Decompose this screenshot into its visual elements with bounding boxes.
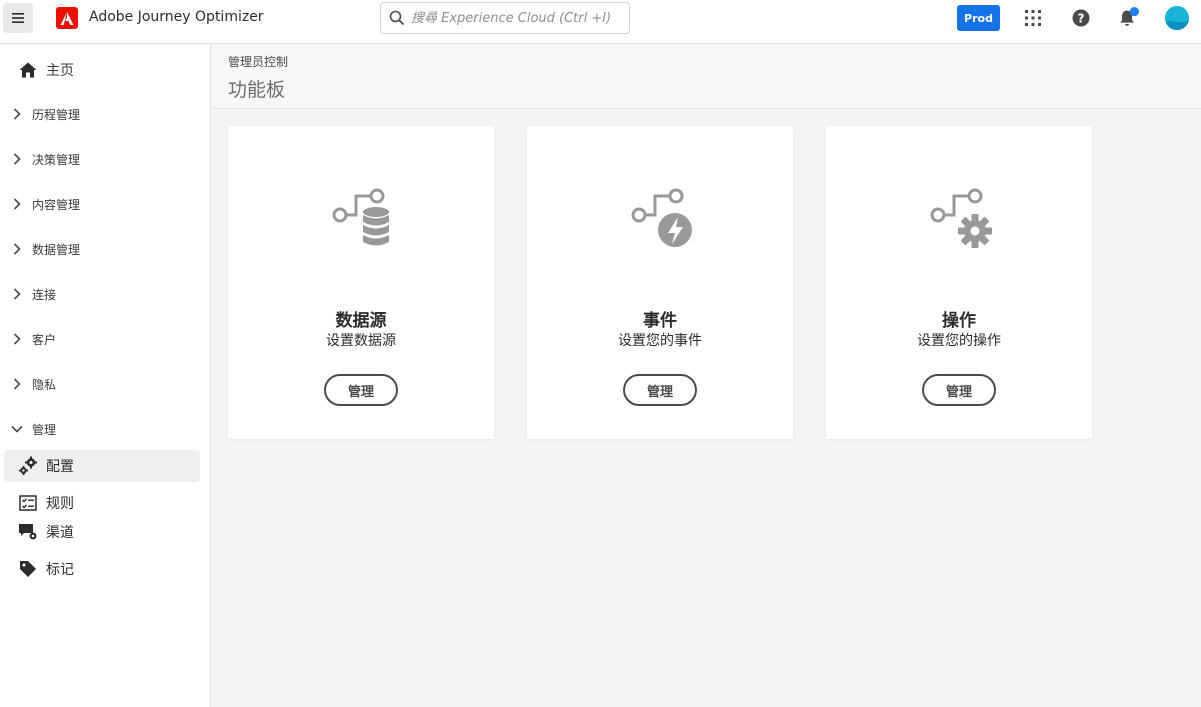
card-events: 事件 设置您的事件 管理 xyxy=(527,126,793,439)
manage-button[interactable]: 管理 xyxy=(623,374,697,406)
card-title: 数据源 xyxy=(335,311,387,331)
search-input[interactable] xyxy=(411,10,611,26)
sidebar-section-connections[interactable]: 连接 xyxy=(0,279,211,309)
sidebar-section-journey[interactable]: 历程管理 xyxy=(0,99,211,129)
search-box[interactable] xyxy=(380,2,630,34)
manage-button[interactable]: 管理 xyxy=(324,374,398,406)
sidebar-item-tags[interactable]: 标记 xyxy=(0,554,211,584)
sidebar-section-data[interactable]: 数据管理 xyxy=(0,234,211,264)
sidebar-section-content[interactable]: 内容管理 xyxy=(0,189,211,219)
card-description: 设置您的操作 xyxy=(917,333,1001,349)
sidebar-item-label: 配置 xyxy=(46,459,74,475)
sidebar-item-label: 规则 xyxy=(46,496,74,512)
sidebar-section-label: 连接 xyxy=(32,287,57,302)
avatar-icon xyxy=(1165,6,1189,30)
search-icon xyxy=(389,10,405,26)
sidebar-section-label: 隐私 xyxy=(32,377,57,392)
hamburger-menu-button[interactable] xyxy=(3,3,33,33)
sidebar-item-configuration[interactable]: 配置 xyxy=(0,450,211,482)
app-title[interactable]: Adobe Journey Optimizer xyxy=(89,9,264,25)
page-title: 功能板 xyxy=(228,79,286,101)
tag-icon xyxy=(18,559,38,579)
sidebar-section-label: 决策管理 xyxy=(32,152,81,167)
hamburger-icon xyxy=(12,13,24,23)
chevron-right-icon xyxy=(10,107,24,121)
card-actions: 操作 设置您的操作 管理 xyxy=(826,126,1092,439)
page-header: 管理员控制 功能板 xyxy=(212,45,1201,109)
bell-icon xyxy=(1120,7,1139,26)
chevron-right-icon xyxy=(10,287,24,301)
home-icon xyxy=(18,60,38,80)
sidebar-item-label: 标记 xyxy=(46,562,74,578)
environment-button[interactable]: Prod xyxy=(957,5,1000,31)
notifications-button[interactable] xyxy=(1117,7,1139,29)
gears-icon xyxy=(18,456,38,476)
sidebar-section-customers[interactable]: 客户 xyxy=(0,324,211,354)
app-grid-icon xyxy=(1025,10,1041,26)
datasource-icon xyxy=(332,188,389,246)
card-description: 设置数据源 xyxy=(326,333,396,349)
sidebar-item-rules[interactable]: 规则 xyxy=(0,488,211,518)
sidebar-section-administration[interactable]: 管理 xyxy=(0,414,211,444)
apps-button[interactable] xyxy=(1022,7,1044,29)
sidebar-item-label: 渠道 xyxy=(46,525,74,541)
sidebar-section-label: 历程管理 xyxy=(32,107,81,122)
svg-text:?: ? xyxy=(1078,12,1085,26)
chevron-right-icon xyxy=(10,197,24,211)
sidebar-item-channels[interactable]: 渠道 xyxy=(0,517,211,547)
chevron-right-icon xyxy=(10,377,24,391)
adobe-logo[interactable] xyxy=(56,7,78,29)
sidebar-section-label: 管理 xyxy=(32,422,57,437)
card-title: 事件 xyxy=(643,311,677,331)
card-data-sources: 数据源 设置数据源 管理 xyxy=(228,126,494,439)
chevron-right-icon xyxy=(10,152,24,166)
chevron-right-icon xyxy=(10,242,24,256)
sidebar-section-privacy[interactable]: 隐私 xyxy=(0,369,211,399)
notification-dot xyxy=(1129,7,1139,17)
adobe-logo-icon xyxy=(60,11,74,25)
top-bar: Adobe Journey Optimizer Prod ? xyxy=(0,0,1201,44)
manage-button[interactable]: 管理 xyxy=(922,374,996,406)
breadcrumb[interactable]: 管理员控制 xyxy=(228,53,288,70)
main-content: 管理员控制 功能板 数据源 设置数据源 管理 事件 设置您的事件 管理 操作 设… xyxy=(212,45,1201,707)
help-button[interactable]: ? xyxy=(1070,7,1092,29)
help-icon: ? xyxy=(1072,9,1090,27)
sidebar: 主页 历程管理 决策管理 内容管理 数据管理 连接 客户 隐私 管理 配置 规则… xyxy=(0,45,211,707)
sidebar-section-label: 客户 xyxy=(32,332,57,347)
sidebar-section-label: 数据管理 xyxy=(32,242,81,257)
card-title: 操作 xyxy=(942,311,976,331)
chevron-right-icon xyxy=(10,332,24,346)
sidebar-section-decision[interactable]: 决策管理 xyxy=(0,144,211,174)
checklist-icon xyxy=(18,493,38,513)
chevron-down-icon xyxy=(10,422,24,436)
channel-icon xyxy=(18,522,38,542)
event-icon xyxy=(631,188,692,247)
action-icon xyxy=(930,188,992,248)
sidebar-item-home[interactable]: 主页 xyxy=(0,55,211,85)
sidebar-section-label: 内容管理 xyxy=(32,197,81,212)
sidebar-item-label: 主页 xyxy=(46,63,74,79)
user-avatar[interactable] xyxy=(1165,6,1189,30)
card-description: 设置您的事件 xyxy=(618,333,702,349)
